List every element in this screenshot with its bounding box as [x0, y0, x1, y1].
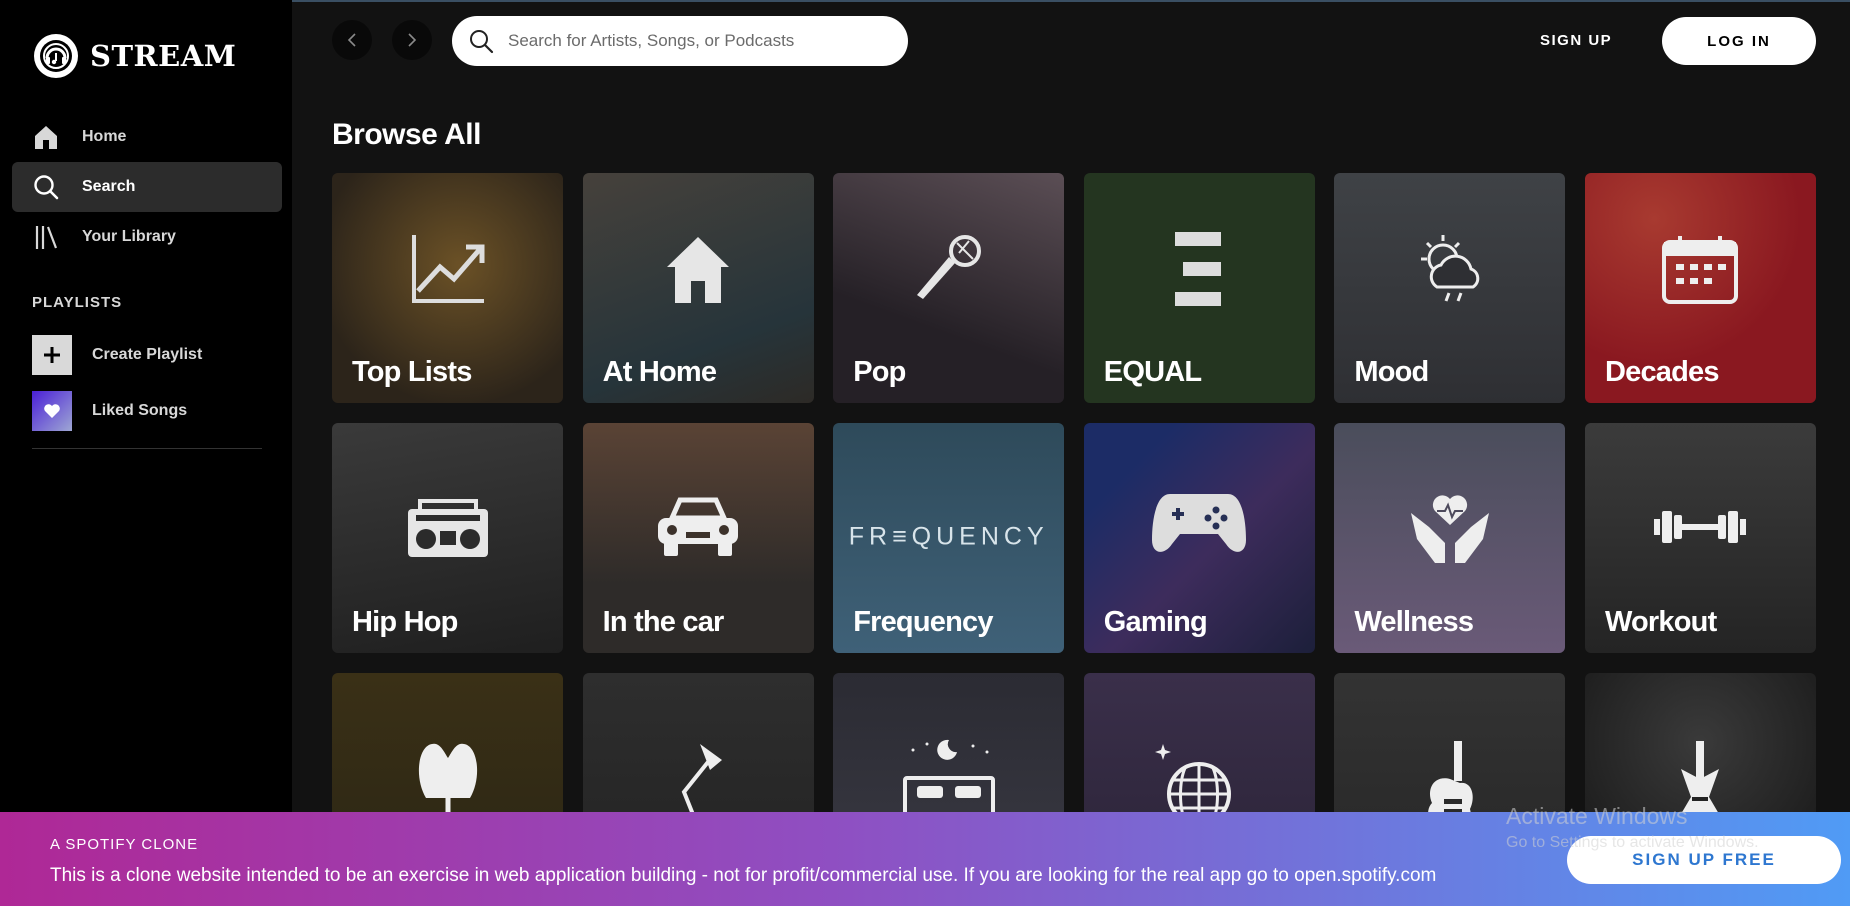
category-label: Top Lists	[352, 356, 472, 388]
weather-icon	[1420, 235, 1480, 302]
category-label: In the car	[602, 606, 725, 638]
trending-up-icon	[411, 235, 484, 303]
category-label: Pop	[853, 356, 906, 388]
category-tile-at-home[interactable]: At Home	[582, 173, 814, 403]
category-tile-workout[interactable]: Workout	[1584, 423, 1816, 653]
equal-icon	[1175, 232, 1222, 306]
heart-icon	[32, 391, 72, 431]
category-tile-frequency[interactable]: FR≡QUENCY Frequency	[833, 423, 1065, 653]
liked-songs-link[interactable]: Liked Songs	[32, 391, 187, 431]
signup-link[interactable]: SIGN UP	[1540, 32, 1612, 49]
category-tile-mood[interactable]: Mood	[1334, 173, 1566, 403]
search-icon	[470, 30, 494, 54]
plus-icon	[32, 335, 72, 375]
sidebar-item-library[interactable]: Your Library	[12, 212, 282, 262]
category-tile-in-the-car[interactable]: In the car	[582, 423, 814, 653]
gamepad-icon	[1152, 494, 1247, 552]
create-playlist-label: Create Playlist	[92, 346, 203, 363]
category-label: Workout	[1604, 606, 1717, 638]
sidebar-item-label: Home	[82, 128, 127, 145]
category-tile-decades[interactable]: Decades	[1584, 173, 1816, 403]
home-icon	[35, 126, 57, 149]
category-label: EQUAL	[1103, 356, 1202, 388]
category-label: At Home	[602, 356, 717, 388]
search-input[interactable]	[508, 31, 868, 51]
boombox-icon	[407, 499, 488, 557]
category-label: Frequency	[853, 606, 993, 638]
sidebar: STREAM Home Search Your Library PLAYLIST…	[0, 0, 292, 906]
category-label: Mood	[1354, 356, 1429, 388]
sidebar-item-search[interactable]: Search	[12, 162, 282, 212]
logo-icon	[34, 34, 78, 78]
banner-kicker: A SPOTIFY CLONE	[50, 836, 199, 853]
sidebar-item-home[interactable]: Home	[12, 112, 282, 162]
category-grid: Top Lists At Home Pop EQUAL Mood Decades…	[332, 173, 1816, 903]
chevron-left-icon	[347, 33, 356, 47]
category-label: Hip Hop	[352, 606, 458, 638]
house-icon	[667, 237, 730, 303]
heart-hands-icon	[1410, 495, 1489, 563]
category-label: Decades	[1604, 356, 1720, 388]
page-title: Browse All	[332, 118, 481, 151]
banner-text: This is a clone website intended to be a…	[50, 865, 1437, 886]
frequency-wordmark: FR≡QUENCY	[848, 522, 1049, 551]
car-icon	[658, 497, 739, 556]
playlists-heading: PLAYLISTS	[32, 294, 123, 311]
category-tile-wellness[interactable]: Wellness	[1334, 423, 1566, 653]
login-button[interactable]: LOG IN	[1662, 17, 1816, 65]
calendar-icon	[1662, 236, 1739, 304]
library-icon	[35, 226, 58, 249]
liked-songs-label: Liked Songs	[92, 402, 188, 419]
back-button[interactable]	[332, 20, 372, 60]
search-icon	[34, 175, 59, 200]
sidebar-divider	[32, 448, 262, 449]
category-tile-top-lists[interactable]: Top Lists	[332, 173, 563, 403]
watermark-subtitle: Go to Settings to activate Windows.	[1506, 834, 1759, 851]
watermark-title: Activate Windows	[1506, 803, 1688, 829]
main-nav: Home Search Your Library	[12, 112, 282, 262]
chevron-right-icon	[408, 33, 417, 47]
app-name: STREAM	[90, 39, 237, 73]
category-label: Wellness	[1354, 606, 1474, 638]
sidebar-item-label: Your Library	[82, 228, 176, 245]
category-tile-equal[interactable]: EQUAL	[1083, 173, 1315, 403]
app-logo[interactable]: STREAM	[34, 34, 236, 78]
category-label: Gaming	[1103, 606, 1208, 638]
create-playlist-button[interactable]: Create Playlist	[32, 335, 202, 375]
forward-button[interactable]	[392, 20, 432, 60]
category-tile-pop[interactable]: Pop	[833, 173, 1065, 403]
dumbbell-icon	[1654, 511, 1747, 543]
search-bar[interactable]	[452, 16, 908, 66]
windows-activation-watermark: Activate Windows Go to Settings to activ…	[1506, 803, 1759, 852]
sidebar-item-label: Search	[82, 178, 136, 195]
category-tile-hip-hop[interactable]: Hip Hop	[332, 423, 563, 653]
microphone-icon	[916, 235, 981, 299]
category-tile-gaming[interactable]: Gaming	[1083, 423, 1315, 653]
